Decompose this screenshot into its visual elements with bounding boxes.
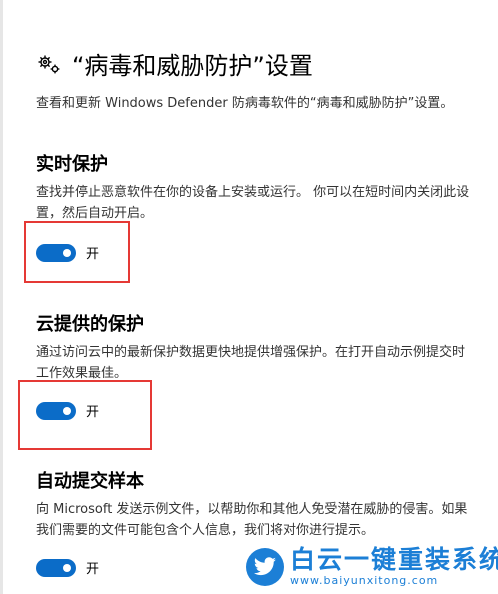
watermark-url: www.baiyunxitong.com <box>290 574 439 587</box>
section-description: 通过访问云中的最新保护数据更快地提供增强保护。在打开自动示例提交时工作效果最佳。 <box>36 345 466 381</box>
toggle-state-label: 开 <box>86 562 100 577</box>
watermark: 白云一键重装系统 www.baiyunxitong.com <box>246 546 498 587</box>
bird-logo-icon <box>246 547 284 586</box>
page-header: “病毒和威胁防护”设置 <box>36 46 313 81</box>
highlight-box-realtime <box>24 221 130 283</box>
section-realtime-protection: 实时保护 查找并停止恶意软件在你的设备上安装或运行。 你可以在短时间内关闭此设置… <box>36 154 476 224</box>
highlight-box-cloud <box>18 380 152 450</box>
gears-icon <box>38 55 60 73</box>
section-title: 自动提交样本 <box>36 471 144 492</box>
watermark-brand: 白云一键重装系统 <box>290 545 498 574</box>
sample-submission-toggle[interactable] <box>36 558 76 577</box>
section-title: 云提供的保护 <box>36 314 144 335</box>
section-title: 实时保护 <box>36 154 108 175</box>
window-left-border <box>0 0 3 594</box>
watermark-text: 白云一键重装系统 www.baiyunxitong.com <box>290 545 498 588</box>
toggle-knob <box>63 563 71 572</box>
section-description: 查找并停止恶意软件在你的设备上安装或运行。 你可以在短时间内关闭此设置，然后自动… <box>36 185 470 221</box>
page-description: 查看和更新 Windows Defender 防病毒软件的“病毒和威胁防护”设置… <box>36 96 454 111</box>
section-cloud-protection: 云提供的保护 通过访问云中的最新保护数据更快地提供增强保护。在打开自动示例提交时… <box>36 314 476 384</box>
sample-submission-toggle-row: 开 <box>36 558 99 577</box>
section-description: 向 Microsoft 发送示例文件，以帮助你和其他人免受潜在威胁的侵害。如果我… <box>36 502 468 538</box>
section-sample-submission: 自动提交样本 向 Microsoft 发送示例文件，以帮助你和其他人免受潜在威胁… <box>36 471 476 541</box>
page-title: “病毒和威胁防护”设置 <box>72 52 313 80</box>
